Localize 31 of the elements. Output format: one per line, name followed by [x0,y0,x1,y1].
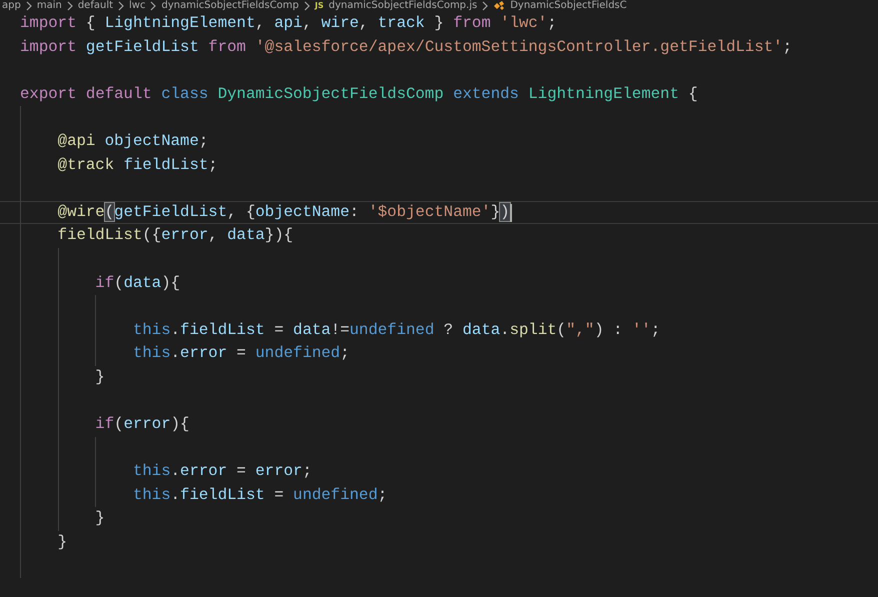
code-line: export default class DynamicSobjectFieldsComp extends LightningElement { [20,84,698,105]
breadcrumb-item[interactable]: DynamicSobjectFieldsC [510,0,627,12]
code-line: if(error){ [94,414,190,436]
breadcrumb-item[interactable]: main [36,0,62,12]
js-file-icon: JS [314,1,324,11]
class-symbol-icon [493,0,506,12]
code-line: if(data){ [94,272,180,294]
code-line: @wire(getFieldList, {objectName: '$objectName'}) [56,202,510,223]
code-line: this.fieldList = data!=undefined ? data.split(",") : ''; [132,320,660,341]
code-line: @api objectName; [56,130,208,152]
chevron-icon [118,1,124,11]
code-line: } [56,532,68,554]
code-line: } [94,366,105,388]
code-line: this.fieldList = undefined; [132,484,388,506]
code-line: fieldList({error, data}){ [56,225,294,246]
code-line: this.error = error; [132,461,312,482]
code-line: import getFieldList from '@salesforce/apex/CustomSettingsController.getFieldList'; [20,36,792,58]
breadcrumb-item[interactable]: app [2,0,21,12]
breadcrumb-item[interactable]: lwc [129,0,146,12]
code-line: this.error = undefined; [132,343,350,364]
breadcrumb-item[interactable]: default [78,0,114,12]
breadcrumb-item[interactable]: dynamicSobjectFieldsComp [161,0,299,12]
chevron-icon [66,1,73,11]
breadcrumb-item[interactable]: dynamicSobjectFieldsComp.js [328,0,478,12]
code-line: import { LightningElement, api, wire, track } from 'lwc'; [20,13,557,34]
chevron-icon [304,1,310,11]
chevron-icon [26,1,32,11]
chevron-icon [482,1,488,11]
chevron-icon [150,1,156,11]
code-line: } [94,508,105,530]
code-line: @track fieldList; [56,154,218,176]
